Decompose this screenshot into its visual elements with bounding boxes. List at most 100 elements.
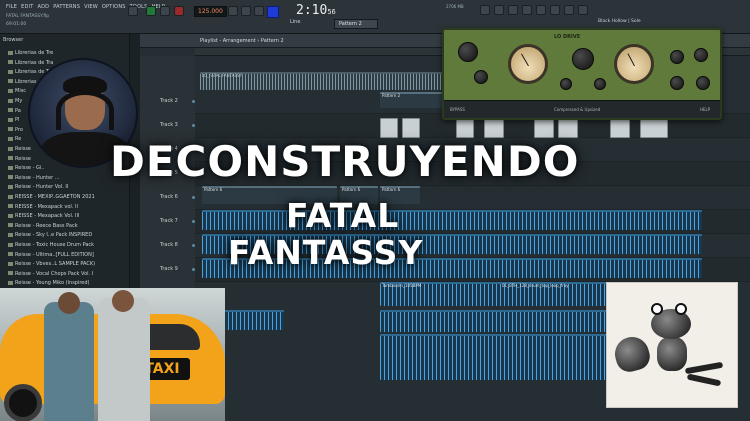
track-label[interactable]: Track 6 bbox=[160, 194, 178, 200]
drum-clip[interactable] bbox=[380, 118, 398, 138]
track-mute-icon[interactable] bbox=[192, 268, 195, 271]
menu-file[interactable]: FILE bbox=[6, 4, 17, 10]
browser-item-label: Reisse - Hunter Vol. II bbox=[15, 184, 69, 191]
browser-item[interactable]: Reisse - Young Miko (Inspired) bbox=[8, 280, 90, 286]
folder-icon bbox=[8, 204, 13, 209]
browser-item[interactable]: Reisse - Sky I..e Pack INSPIRED bbox=[8, 232, 92, 238]
browser-item[interactable]: Reisse - Ultima..[FULL EDITION] bbox=[8, 252, 94, 258]
folder-icon bbox=[8, 136, 13, 141]
folder-icon bbox=[8, 88, 13, 93]
blend-icon[interactable] bbox=[267, 6, 279, 18]
mic-icon[interactable] bbox=[564, 5, 574, 15]
pattern-selector[interactable]: Pattern 2 bbox=[334, 19, 378, 29]
input-knob[interactable] bbox=[458, 42, 478, 62]
browser-item[interactable]: Reisse - Toxic House Drum Pack bbox=[8, 242, 94, 248]
plugin-db-icon[interactable] bbox=[550, 5, 560, 15]
playlist-icon[interactable] bbox=[480, 5, 490, 15]
channel-rack-icon[interactable] bbox=[508, 5, 518, 15]
browser-item[interactable]: REISSE - Mexapack Vol. III bbox=[8, 213, 79, 219]
drive-knob[interactable] bbox=[572, 48, 594, 70]
browser-item[interactable]: REISSE - Mexapack vol. II bbox=[8, 204, 78, 210]
gain-knob[interactable] bbox=[474, 70, 488, 84]
piano-roll-icon[interactable] bbox=[494, 5, 504, 15]
browser-item[interactable]: Reisse - Hunter ... bbox=[8, 175, 60, 181]
browser-item[interactable]: Reisse bbox=[8, 156, 31, 162]
browser-item[interactable]: Re bbox=[8, 136, 21, 142]
countdown-icon[interactable] bbox=[254, 6, 264, 16]
drum-clip[interactable] bbox=[640, 118, 668, 138]
browser-item[interactable]: Librerias de Tre bbox=[8, 50, 53, 56]
menu-options[interactable]: OPTIONS bbox=[102, 4, 126, 10]
folder-icon bbox=[8, 98, 13, 103]
ceiling-knob[interactable] bbox=[694, 48, 708, 62]
browser-item[interactable]: Misc bbox=[8, 88, 26, 94]
drum-clip[interactable] bbox=[484, 118, 504, 138]
snap-buttons bbox=[228, 6, 279, 18]
audio-clip[interactable] bbox=[224, 310, 284, 330]
mixer-icon[interactable] bbox=[522, 5, 532, 15]
tempo-display[interactable]: 125.000 bbox=[194, 6, 227, 17]
browser-item[interactable]: Pa bbox=[8, 108, 21, 114]
wait-icon[interactable] bbox=[241, 6, 251, 16]
folder-icon bbox=[8, 252, 13, 257]
track-label[interactable]: Track 2 bbox=[160, 98, 178, 104]
menu-patterns[interactable]: PATTERNS bbox=[53, 4, 80, 10]
browser-item[interactable]: Reisse - Vocal Chops Pack Vol. I bbox=[8, 271, 93, 277]
browser-icon[interactable] bbox=[536, 5, 546, 15]
browser-item-label: Misc bbox=[15, 88, 27, 95]
browser-item[interactable]: Reisse - Reece Bass Pack bbox=[8, 223, 78, 229]
help-button[interactable]: HELP bbox=[700, 107, 710, 112]
metronome-icon[interactable] bbox=[228, 6, 238, 16]
taxi-wheel bbox=[4, 384, 42, 421]
track-mute-icon[interactable] bbox=[192, 124, 195, 127]
preset-name[interactable]: Compressed & Upsized bbox=[554, 107, 600, 112]
browser-item[interactable]: REISSE - MEXIP..GGAETON 2021 bbox=[8, 194, 95, 200]
audio-clip[interactable] bbox=[380, 310, 640, 332]
browser-item[interactable]: My bbox=[8, 98, 22, 104]
browser-item[interactable]: Reisse - Gi.. bbox=[8, 165, 44, 171]
tone-knob[interactable] bbox=[560, 78, 572, 90]
audio-clip[interactable] bbox=[380, 72, 445, 90]
browser-item[interactable]: Pro bbox=[8, 127, 23, 133]
audio-clip[interactable] bbox=[202, 210, 702, 230]
settings-icon[interactable] bbox=[578, 5, 588, 15]
bypass-button[interactable]: BYPASS bbox=[450, 107, 465, 112]
folder-icon bbox=[8, 232, 13, 237]
browser-item[interactable]: Pl bbox=[8, 117, 19, 123]
track-mute-icon[interactable] bbox=[192, 196, 195, 199]
drum-clip[interactable] bbox=[534, 118, 554, 138]
menu-add[interactable]: ADD bbox=[37, 4, 49, 10]
chrome-heart-icon bbox=[611, 333, 653, 375]
pat-song-toggle[interactable] bbox=[128, 6, 138, 16]
drum-clip[interactable] bbox=[402, 118, 420, 138]
output-knob[interactable] bbox=[670, 50, 684, 64]
attack-knob[interactable] bbox=[670, 76, 684, 90]
browser-item[interactable]: Reisse - Vbves..L SAMPLE PACK) bbox=[8, 261, 95, 267]
drum-clip[interactable] bbox=[610, 118, 630, 138]
menu-view[interactable]: VIEW bbox=[84, 4, 98, 10]
snap-mode[interactable]: Line bbox=[290, 19, 300, 25]
audio-clip[interactable]: LO_FATAL FANTASSY bbox=[200, 72, 380, 90]
record-button[interactable] bbox=[174, 6, 184, 16]
browser-item[interactable]: Reisse - Hunter Vol. II bbox=[8, 184, 68, 190]
track-label[interactable]: Track 8 bbox=[160, 242, 178, 248]
mix-knob[interactable] bbox=[594, 78, 606, 90]
browser-item-label: Reisse - Young Miko (Inspired) bbox=[15, 280, 90, 287]
track-label[interactable]: Track 3 bbox=[160, 122, 178, 128]
drum-clip[interactable] bbox=[558, 118, 578, 138]
menu-edit[interactable]: EDIT bbox=[21, 4, 33, 10]
browser-item[interactable]: Reisse bbox=[8, 146, 31, 152]
track-mute-icon[interactable] bbox=[192, 244, 195, 247]
stop-button[interactable] bbox=[160, 6, 170, 16]
browser-item-label: Reisse bbox=[15, 146, 32, 152]
track-mute-icon[interactable] bbox=[192, 100, 195, 103]
track-label[interactable]: Track 7 bbox=[160, 218, 178, 224]
track-label[interactable]: Track 9 bbox=[160, 266, 178, 272]
release-knob[interactable] bbox=[696, 76, 710, 90]
play-button[interactable] bbox=[146, 6, 156, 16]
drum-clip[interactable] bbox=[456, 118, 474, 138]
track-mute-icon[interactable] bbox=[192, 220, 195, 223]
browser-item[interactable]: Librerias de Tra bbox=[8, 60, 53, 66]
browser-item-label: Reisse bbox=[15, 155, 32, 162]
browser-item-label: Reisse - Vbves..L SAMPLE PACK) bbox=[15, 261, 96, 268]
